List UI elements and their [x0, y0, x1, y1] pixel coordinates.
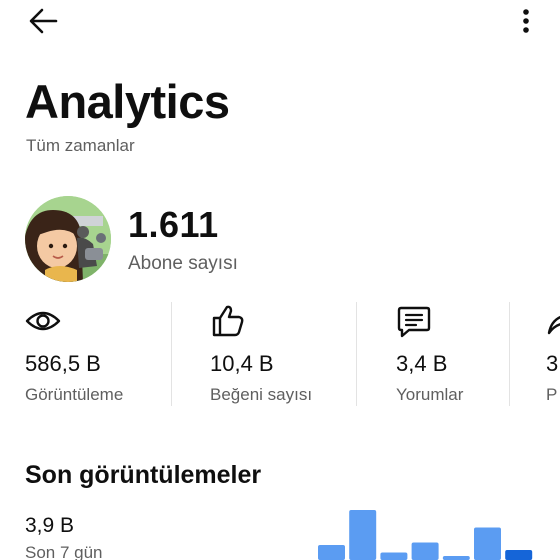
channel-avatar[interactable]: [25, 196, 111, 282]
chart-bar: [505, 550, 533, 560]
likes-value: 10,4 B: [210, 351, 274, 376]
stat-views[interactable]: 586,5 B Görüntüleme: [25, 298, 185, 410]
comments-label: Yorumlar: [396, 385, 464, 404]
page-title: Analytics: [25, 75, 230, 128]
arrow-left-icon: [29, 8, 58, 34]
recent-views-chart[interactable]: [318, 505, 538, 560]
likes-label: Beğeni sayısı: [210, 385, 313, 404]
chart-bar: [474, 527, 501, 560]
chart-bar: [318, 545, 345, 560]
views-label: Görüntüleme: [25, 385, 124, 404]
chart-bar: [411, 542, 439, 560]
recent-views-title: Son görüntülemeler: [25, 461, 262, 489]
recent-views-period: Son 7 gün: [25, 543, 103, 560]
share-icon: [547, 315, 560, 335]
stat-divider: [356, 302, 357, 406]
avatar-image: [25, 196, 111, 282]
more-vert-icon: [523, 9, 529, 33]
time-range-label: Tüm zamanlar: [26, 136, 135, 155]
comments-value: 3,4 B: [396, 351, 448, 376]
stat-divider: [171, 302, 172, 406]
subscriber-count: 1.611: [128, 204, 219, 245]
thumb-up-icon: [212, 305, 244, 337]
comment-icon: [397, 306, 431, 338]
subscriber-label: Abone sayısı: [128, 253, 238, 274]
stat-comments[interactable]: 3,4 B Yorumlar: [396, 298, 556, 410]
stat-shares[interactable]: 3 P: [546, 298, 560, 410]
stats-row: 586,5 B Görüntüleme 10,4 B Beğeni sayısı…: [0, 298, 560, 410]
stat-likes[interactable]: 10,4 B Beğeni sayısı: [210, 298, 370, 410]
back-button[interactable]: [26, 6, 60, 36]
shares-value: 3: [546, 351, 559, 376]
chart-bar: [442, 556, 470, 560]
stat-divider: [509, 302, 510, 406]
analytics-screen: Analytics Tüm zamanlar 1.611 Abone sayıs…: [0, 0, 560, 560]
shares-label: P: [546, 385, 558, 404]
more-options-button[interactable]: [514, 6, 538, 36]
eye-icon: [25, 311, 61, 331]
views-value: 586,5 B: [25, 351, 101, 376]
chart-bar: [349, 510, 377, 560]
chart-bar: [380, 552, 408, 560]
recent-views-value: 3,9 B: [25, 514, 75, 537]
